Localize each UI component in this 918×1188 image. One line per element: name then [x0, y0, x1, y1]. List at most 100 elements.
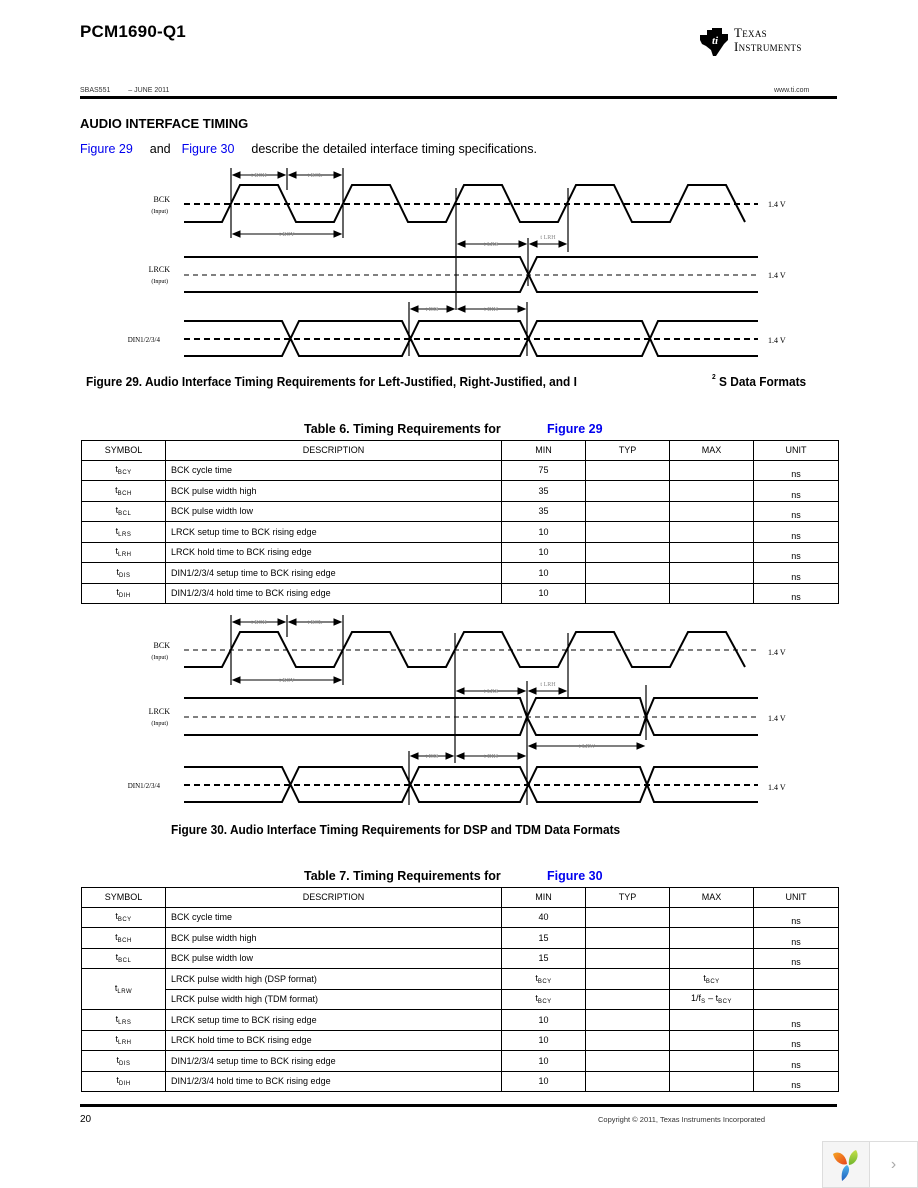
- cell-min: 15: [501, 927, 586, 949]
- cell-min: 10: [501, 1070, 586, 1092]
- cell-max: [669, 906, 754, 928]
- cell-description: BCK pulse width low: [165, 500, 502, 522]
- cell-unit: ns: [753, 927, 839, 949]
- cell-description: BCK cycle time: [165, 906, 502, 928]
- cell-typ: [585, 906, 670, 928]
- fig29-din-bot: [184, 320, 758, 357]
- col-header: UNIT: [753, 440, 839, 461]
- cell-unit: [753, 968, 839, 990]
- fig30-tbch-label: t BCH: [251, 620, 267, 626]
- cell-unit: [753, 988, 839, 1010]
- fig29-lrck-threshold-label: 1.4 V: [768, 271, 786, 280]
- cell-min: 10: [501, 582, 586, 604]
- cell-symbol: tLRS: [81, 521, 166, 543]
- table-row: tDIH DIN1/2/3/4 hold time to BCK rising e…: [81, 582, 839, 604]
- fig30-tlrw-label: t LRW: [579, 744, 596, 750]
- cell-min: tBCY: [501, 968, 586, 990]
- header-rule: [80, 96, 837, 99]
- symbol: tLRS: [115, 525, 132, 538]
- table-row: tBCH BCK pulse width high 35 ns: [81, 480, 839, 502]
- symbol: tLRW: [114, 983, 133, 995]
- cell-symbol: tDIH: [81, 1070, 166, 1092]
- chevron-right-icon: ›: [890, 1155, 897, 1173]
- doc-id-date: SBAS551 – JUNE 2011: [80, 87, 169, 94]
- cell-typ: [585, 1009, 670, 1031]
- cell-min: 10: [501, 1050, 586, 1072]
- intro-text: describe the detailed interface timing s…: [251, 142, 537, 156]
- figure-30-link[interactable]: Figure 30: [182, 142, 235, 156]
- cell-min: 10: [501, 521, 586, 543]
- cell-max: [669, 927, 754, 949]
- symbol: tBCH: [115, 484, 132, 497]
- table-row: tBCY BCK cycle time 40 ns: [81, 906, 839, 928]
- cell-max: 1/fS – tBCY: [669, 988, 754, 1010]
- cell-min: 10: [501, 1029, 586, 1051]
- cell-description: BCK pulse width high: [165, 927, 502, 949]
- cell-min: 75: [501, 459, 586, 481]
- fig30-din-threshold-label: 1.4 V: [768, 783, 786, 792]
- caption-superscript: 2: [712, 374, 716, 381]
- fig29-din-top: [184, 320, 758, 357]
- document-title: PCM1690-Q1: [80, 22, 186, 41]
- fig30-tbcl-label: t BCL: [308, 620, 323, 626]
- ti-logo: ti Texas Instruments: [698, 26, 838, 60]
- fig29-bck-threshold-label: 1.4 V: [768, 200, 786, 209]
- col-header: DESCRIPTION: [165, 887, 502, 908]
- fig30-lrck-low: [184, 714, 758, 736]
- cell-symbol: tBCY: [81, 459, 166, 481]
- cell-symbol: tLRH: [81, 541, 166, 563]
- caption-suffix: S Data Formats: [719, 375, 807, 389]
- fig30-tlrh-label: t LRH: [540, 682, 556, 688]
- table-row: tLRS LRCK setup time to BCK rising edge 10…: [81, 521, 839, 543]
- fig30-tdis-label: t DIS: [426, 754, 439, 760]
- fig30-tdih-label: t DIH: [484, 754, 498, 760]
- fig30-bck-threshold-label: 1.4 V: [768, 648, 786, 657]
- cell-max: [669, 480, 754, 502]
- table-6-figure-link[interactable]: Figure 29: [547, 422, 603, 436]
- cell-max: [669, 500, 754, 522]
- table-7-figure-link[interactable]: Figure 30: [547, 869, 603, 883]
- cell-symbol: tDIS: [81, 562, 166, 584]
- cell-unit: ns: [753, 500, 839, 522]
- fig30-lrck-threshold-label: 1.4 V: [768, 714, 786, 723]
- cell-unit: ns: [753, 1070, 839, 1092]
- cell-typ: [585, 562, 670, 584]
- cell-typ: [585, 459, 670, 481]
- figure-30-timing-diagram: t BCH t BCL t BCY t LRS t LRH t LRW t DI…: [128, 615, 786, 805]
- col-header: MAX: [669, 887, 754, 908]
- symbol: tLRH: [115, 546, 132, 559]
- footer-rule: [80, 1104, 837, 1107]
- figure-29-link[interactable]: Figure 29: [80, 142, 133, 156]
- fig29-tbcy-label: t BCY: [279, 232, 295, 238]
- col-header: DESCRIPTION: [165, 440, 502, 461]
- fig29-tbcl-label: t BCL: [308, 173, 323, 179]
- cell-description: DIN1/2/3/4 setup time to BCK rising edge: [165, 562, 502, 584]
- section-title: AUDIO INTERFACE TIMING: [80, 116, 249, 131]
- cell-symbol: tBCH: [81, 927, 166, 949]
- table-header-row: SYMBOL DESCRIPTION MIN TYP MAX UNIT: [81, 887, 839, 908]
- cell-description: DIN1/2/3/4 hold time to BCK rising edge: [165, 582, 502, 604]
- cell-symbol: tDIS: [81, 1050, 166, 1072]
- next-page-button[interactable]: ›: [870, 1142, 917, 1187]
- viewer-app-logo[interactable]: [823, 1142, 870, 1187]
- figure-29-caption: Figure 29. Audio Interface Timing Requir…: [86, 375, 577, 389]
- fig29-tbch-label: t BCH: [251, 173, 267, 179]
- table-6: SYMBOL DESCRIPTION MIN TYP MAX UNIT tBCY…: [81, 440, 839, 604]
- fig29-tlrh-label: t LRH: [540, 235, 556, 241]
- col-header: TYP: [585, 887, 670, 908]
- symbol: tBCH: [115, 931, 132, 944]
- table-6-caption: Table 6. Timing Requirements for: [304, 422, 501, 436]
- fig29-lrck-sub: (Input): [151, 278, 168, 285]
- symbol: tDIS: [116, 1054, 131, 1067]
- cell-unit: ns: [753, 1050, 839, 1072]
- cell-symbol: tLRH: [81, 1029, 166, 1051]
- table-row: tLRW LRCK pulse width high (DSP format) tB…: [81, 968, 839, 1010]
- cell-max: [669, 582, 754, 604]
- cell-symbol: tBCL: [81, 947, 166, 969]
- website-link[interactable]: www.ti.com: [774, 87, 809, 94]
- figure-29-caption-end: 2 S Data Formats: [712, 374, 807, 389]
- cell-unit: ns: [753, 521, 839, 543]
- cell-typ: [585, 947, 670, 969]
- col-header: UNIT: [753, 887, 839, 908]
- fig30-lrck-sub: (Input): [151, 720, 168, 727]
